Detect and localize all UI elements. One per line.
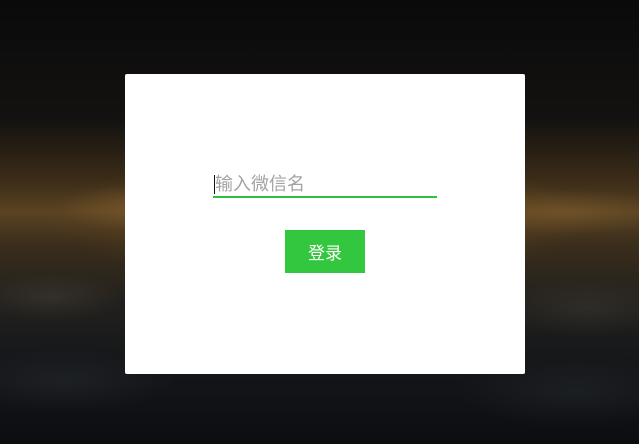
text-caret: [214, 175, 215, 194]
wechat-name-input[interactable]: [213, 172, 437, 198]
login-button[interactable]: 登录: [285, 230, 365, 273]
login-dialog: 登录: [125, 74, 525, 374]
